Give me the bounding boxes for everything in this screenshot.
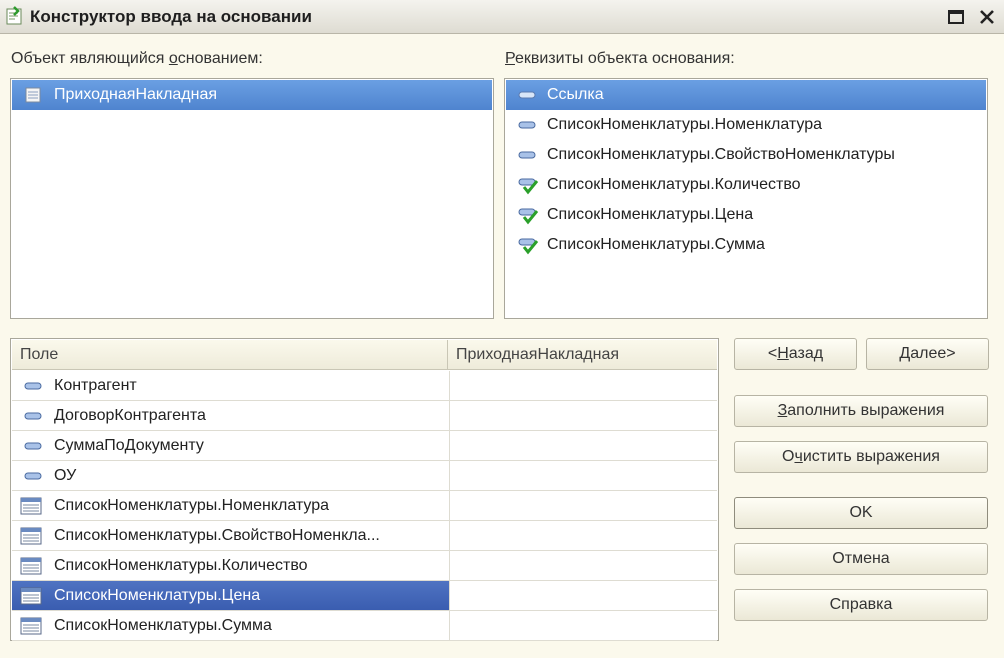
field-name: Контрагент bbox=[54, 377, 137, 394]
list-item-label: Ссылка bbox=[547, 86, 604, 103]
constructor-app-icon bbox=[6, 6, 22, 25]
table-icon bbox=[20, 587, 42, 605]
field-name: ОУ bbox=[54, 467, 77, 484]
list-item-label: СписокНоменклатуры.Цена bbox=[547, 206, 754, 223]
field-name: СписокНоменклатуры.Цена bbox=[54, 587, 261, 604]
table-row[interactable]: Контрагент bbox=[12, 371, 717, 401]
field-name: СписокНоменклатуры.Количество bbox=[54, 557, 308, 574]
field-name: СуммаПоДокументу bbox=[54, 437, 204, 454]
list-item[interactable]: СписокНоменклатуры.Сумма bbox=[506, 230, 986, 260]
table-icon bbox=[20, 497, 42, 515]
title-bar: Конструктор ввода на основании bbox=[0, 0, 1004, 34]
attribute-check-icon bbox=[518, 208, 539, 225]
attribute-icon bbox=[518, 91, 536, 99]
attribute-check-icon bbox=[518, 178, 539, 195]
expression-cell[interactable] bbox=[449, 611, 717, 640]
table-row[interactable]: ДоговорКонтрагента bbox=[12, 401, 717, 431]
table-row[interactable]: СуммаПоДокументу bbox=[12, 431, 717, 461]
expression-cell[interactable] bbox=[449, 491, 717, 520]
list-item[interactable]: Ссылка bbox=[506, 80, 986, 110]
table-row[interactable]: СписокНоменклатуры.Цена bbox=[12, 581, 717, 611]
expression-cell[interactable] bbox=[449, 401, 717, 430]
attribute-icon bbox=[24, 442, 42, 450]
window-title: Конструктор ввода на основании bbox=[30, 7, 312, 26]
base-object-label: Объект являющийся основанием: bbox=[11, 50, 263, 67]
expression-cell[interactable] bbox=[449, 371, 717, 400]
list-item[interactable]: СписокНоменклатуры.Количество bbox=[506, 170, 986, 200]
table-row[interactable]: СписокНоменклатуры.Сумма bbox=[12, 611, 717, 641]
table-icon bbox=[20, 557, 42, 575]
list-item-label: СписокНоменклатуры.Сумма bbox=[547, 236, 765, 253]
field-name: СписокНоменклатуры.Сумма bbox=[54, 617, 272, 634]
field-name: СписокНоменклатуры.Номенклатура bbox=[54, 497, 330, 514]
base-object-list[interactable]: ПриходнаяНакладная bbox=[10, 78, 494, 319]
document-icon bbox=[25, 87, 41, 103]
list-item[interactable]: СписокНоменклатуры.Номенклатура bbox=[506, 110, 986, 140]
table-row[interactable]: СписокНоменклатуры.Количество bbox=[12, 551, 717, 581]
attribute-icon bbox=[24, 412, 42, 420]
table-row[interactable]: СписокНоменклатуры.Номенклатура bbox=[12, 491, 717, 521]
next-button[interactable]: Далее> bbox=[866, 338, 989, 370]
column-header-field[interactable]: Поле bbox=[12, 340, 448, 370]
attribute-icon bbox=[518, 121, 536, 129]
expression-cell[interactable] bbox=[449, 551, 717, 580]
list-item[interactable]: ПриходнаяНакладная bbox=[12, 80, 492, 110]
ok-button[interactable]: OK bbox=[734, 497, 988, 529]
maximize-icon[interactable] bbox=[945, 6, 967, 28]
list-item[interactable]: СписокНоменклатуры.Цена bbox=[506, 200, 986, 230]
clear-expressions-button[interactable]: Очистить выражения bbox=[734, 441, 988, 473]
close-icon[interactable] bbox=[976, 6, 998, 28]
attribute-icon bbox=[24, 382, 42, 390]
attribute-icon bbox=[24, 472, 42, 480]
attribute-check-icon bbox=[518, 238, 539, 255]
attributes-list[interactable]: Ссылка СписокНоменклатуры.Номенклатура С… bbox=[504, 78, 988, 319]
back-button[interactable]: <Назад bbox=[734, 338, 857, 370]
table-icon bbox=[20, 527, 42, 545]
list-item-label: СписокНоменклатуры.Количество bbox=[547, 176, 801, 193]
fields-table[interactable]: Поле ПриходнаяНакладная Контрагент Догов… bbox=[10, 338, 719, 641]
table-row[interactable]: СписокНоменклатуры.СвойствоНоменкла... bbox=[12, 521, 717, 551]
help-button[interactable]: Справка bbox=[734, 589, 988, 621]
list-item-label: СписокНоменклатуры.Номенклатура bbox=[547, 116, 823, 133]
expression-cell[interactable] bbox=[449, 581, 717, 610]
field-name: СписокНоменклатуры.СвойствоНоменкла... bbox=[54, 527, 380, 544]
list-item-label: ПриходнаяНакладная bbox=[54, 86, 218, 103]
fill-expressions-button[interactable]: Заполнить выражения bbox=[734, 395, 988, 427]
expression-cell[interactable] bbox=[449, 521, 717, 550]
table-icon bbox=[20, 617, 42, 635]
column-header-source[interactable]: ПриходнаяНакладная bbox=[448, 340, 717, 370]
expression-cell[interactable] bbox=[449, 431, 717, 460]
list-item[interactable]: СписокНоменклатуры.СвойствоНоменклатуры bbox=[506, 140, 986, 170]
attributes-label: Реквизиты объекта основания: bbox=[505, 50, 735, 67]
expression-cell[interactable] bbox=[449, 461, 717, 490]
table-row[interactable]: ОУ bbox=[12, 461, 717, 491]
field-name: ДоговорКонтрагента bbox=[54, 407, 206, 424]
list-item-label: СписокНоменклатуры.СвойствоНоменклатуры bbox=[547, 146, 895, 163]
cancel-button[interactable]: Отмена bbox=[734, 543, 988, 575]
attribute-icon bbox=[518, 151, 536, 159]
